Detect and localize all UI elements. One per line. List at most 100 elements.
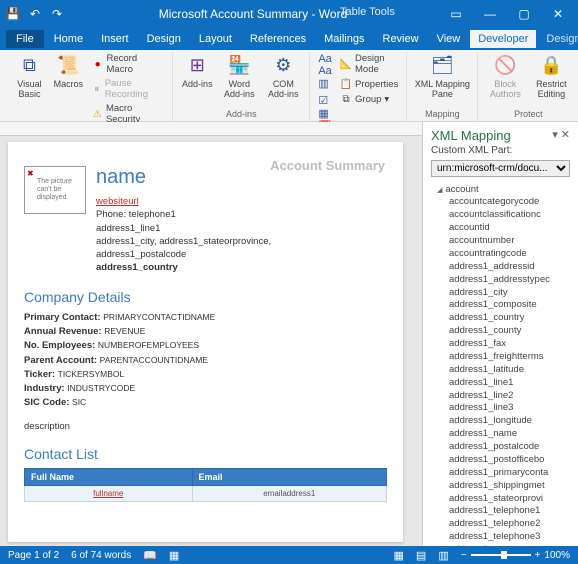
tab-review[interactable]: Review bbox=[375, 30, 427, 48]
tree-node[interactable]: address1_upszone bbox=[431, 544, 574, 547]
picture-placeholder[interactable]: The picture can't be displayed. bbox=[24, 166, 86, 214]
xml-mapping-button[interactable]: 🗂 XML Mapping Pane bbox=[413, 52, 471, 100]
horizontal-ruler[interactable] bbox=[0, 122, 422, 136]
tree-node[interactable]: address1_postofficebo bbox=[431, 453, 574, 466]
block-authors-button[interactable]: 🚫 Block Authors bbox=[484, 52, 526, 100]
com-addins-button[interactable]: ⚙ COM Add-ins bbox=[263, 52, 303, 100]
tree-node[interactable]: accountratingcode bbox=[431, 247, 574, 260]
controls-gallery[interactable]: Aa Aa ▥ bbox=[316, 52, 334, 91]
tree-node[interactable]: address1_fax bbox=[431, 338, 574, 351]
phone-field[interactable]: telephone1 bbox=[129, 209, 176, 220]
tab-mailings[interactable]: Mailings bbox=[316, 30, 372, 48]
group-button[interactable]: ⧉Group ▾ bbox=[338, 92, 400, 106]
redo-icon[interactable]: ↷ bbox=[48, 5, 66, 23]
tree-node[interactable]: address1_shippingmet bbox=[431, 479, 574, 492]
ribbon-options-icon[interactable]: ▭ bbox=[440, 4, 472, 24]
col-email[interactable]: Email bbox=[192, 468, 386, 485]
description-field[interactable]: description bbox=[24, 421, 387, 432]
word-count[interactable]: 6 of 74 words bbox=[71, 550, 131, 561]
tree-node[interactable]: accountcategorycode bbox=[431, 196, 574, 209]
tab-design[interactable]: Design bbox=[139, 30, 189, 48]
tab-home[interactable]: Home bbox=[46, 30, 91, 48]
tree-node[interactable]: address1_addresstypec bbox=[431, 273, 574, 286]
tab-developer[interactable]: Developer bbox=[470, 30, 536, 48]
word-addins-button[interactable]: 🏪 Word Add-ins bbox=[219, 52, 259, 100]
record-macro-button[interactable]: ●Record Macro bbox=[90, 52, 166, 76]
tree-node[interactable]: address1_telephone1 bbox=[431, 505, 574, 518]
tab-insert[interactable]: Insert bbox=[93, 30, 137, 48]
custom-xml-part-select[interactable]: urn:microsoft-crm/docu... bbox=[431, 160, 570, 177]
visual-basic-button[interactable]: ⧉ Visual Basic bbox=[12, 52, 47, 100]
tree-node[interactable]: accountclassificationc bbox=[431, 209, 574, 222]
tree-node[interactable]: address1_latitude bbox=[431, 363, 574, 376]
tree-node[interactable]: address1_name bbox=[431, 428, 574, 441]
tree-node[interactable]: accountid bbox=[431, 222, 574, 235]
name-field[interactable]: name bbox=[96, 166, 271, 189]
save-icon[interactable]: 💾 bbox=[4, 5, 22, 23]
properties-button[interactable]: 📋Properties bbox=[338, 77, 400, 91]
minimize-icon[interactable]: — bbox=[474, 4, 506, 24]
tab-file[interactable]: File bbox=[6, 30, 44, 48]
zoom-in-icon[interactable]: + bbox=[535, 550, 541, 561]
tree-node[interactable]: address1_county bbox=[431, 325, 574, 338]
tree-node[interactable]: address1_primaryconta bbox=[431, 466, 574, 479]
pane-close-icon[interactable]: ▾ ✕ bbox=[552, 128, 570, 143]
tab-references[interactable]: References bbox=[242, 30, 314, 48]
websiteurl-field[interactable]: websiteurl bbox=[96, 195, 271, 208]
tree-node[interactable]: address1_stateorprovi bbox=[431, 492, 574, 505]
employees-field[interactable]: NUMBEROFEMPLOYEES bbox=[98, 340, 199, 350]
tree-node[interactable]: address1_longitude bbox=[431, 415, 574, 428]
tree-node[interactable]: address1_freightterms bbox=[431, 350, 574, 363]
tab-layout[interactable]: Layout bbox=[191, 30, 240, 48]
addr-postal-field[interactable]: address1_postalcode bbox=[96, 248, 271, 261]
tree-node[interactable]: address1_country bbox=[431, 312, 574, 325]
print-layout-icon[interactable]: ▤ bbox=[416, 549, 426, 562]
tree-node[interactable]: address1_telephone3 bbox=[431, 531, 574, 544]
tab-table-design[interactable]: Design bbox=[538, 30, 578, 48]
tree-node[interactable]: address1_line2 bbox=[431, 389, 574, 402]
document-area[interactable]: Account Summary The picture can't be dis… bbox=[0, 122, 422, 546]
tree-node[interactable]: address1_telephone2 bbox=[431, 518, 574, 531]
tab-view[interactable]: View bbox=[429, 30, 469, 48]
maximize-icon[interactable]: ▢ bbox=[508, 4, 540, 24]
revenue-field[interactable]: REVENUE bbox=[104, 326, 145, 336]
tree-node[interactable]: address1_composite bbox=[431, 299, 574, 312]
web-layout-icon[interactable]: ▥ bbox=[438, 549, 448, 562]
macros-button[interactable]: 📜 Macros bbox=[51, 52, 86, 90]
email-field[interactable]: emailaddress1 bbox=[192, 485, 386, 501]
zoom-level[interactable]: 100% bbox=[544, 550, 570, 561]
read-mode-icon[interactable]: ▦ bbox=[394, 549, 404, 562]
page-indicator[interactable]: Page 1 of 2 bbox=[8, 550, 59, 561]
page[interactable]: Account Summary The picture can't be dis… bbox=[8, 142, 403, 542]
addr-line1-field[interactable]: address1_line1 bbox=[96, 222, 271, 235]
design-mode-button[interactable]: 📐Design Mode bbox=[338, 52, 400, 76]
tree-node[interactable]: address1_postalcode bbox=[431, 441, 574, 454]
tree-node[interactable]: address1_addressid bbox=[431, 260, 574, 273]
ticker-field[interactable]: TICKERSYMBOL bbox=[58, 369, 125, 379]
addr-country-field[interactable]: address1_country bbox=[96, 261, 271, 274]
undo-icon[interactable]: ↶ bbox=[26, 5, 44, 23]
zoom-out-icon[interactable]: − bbox=[461, 550, 467, 561]
tree-node[interactable]: address1_line3 bbox=[431, 402, 574, 415]
tree-root[interactable]: ◢account bbox=[431, 183, 574, 196]
close-icon[interactable]: ✕ bbox=[542, 4, 574, 24]
addr-line2-field[interactable]: address1_city, address1_stateorprovince, bbox=[96, 235, 271, 248]
industry-field[interactable]: INDUSTRYCODE bbox=[67, 383, 135, 393]
col-fullname[interactable]: Full Name bbox=[25, 468, 193, 485]
tree-node[interactable]: accountnumber bbox=[431, 235, 574, 248]
zoom-slider[interactable] bbox=[471, 554, 531, 556]
tree-node[interactable]: address1_line1 bbox=[431, 376, 574, 389]
contact-table[interactable]: Full Name Email fullname emailaddress1 bbox=[24, 468, 387, 502]
pause-recording-button[interactable]: ⏸Pause Recording bbox=[90, 77, 166, 101]
addins-button[interactable]: ⊞ Add-ins bbox=[179, 52, 215, 90]
tree-node[interactable]: address1_city bbox=[431, 286, 574, 299]
spell-check-icon[interactable]: 📖 bbox=[143, 549, 157, 562]
fullname-field[interactable]: fullname bbox=[25, 485, 193, 501]
xml-icon: 🗂 bbox=[429, 52, 455, 78]
sic-field[interactable]: SIC bbox=[72, 397, 86, 407]
primary-contact-field[interactable]: PRIMARYCONTACTIDNAME bbox=[103, 312, 215, 322]
macro-indicator-icon[interactable]: ▦ bbox=[169, 549, 179, 562]
restrict-editing-button[interactable]: 🔒 Restrict Editing bbox=[530, 52, 572, 100]
parent-account-field[interactable]: PARENTACCOUNTIDNAME bbox=[100, 355, 208, 365]
xml-tree[interactable]: ◢account accountcategorycodeaccountclass… bbox=[423, 181, 578, 546]
